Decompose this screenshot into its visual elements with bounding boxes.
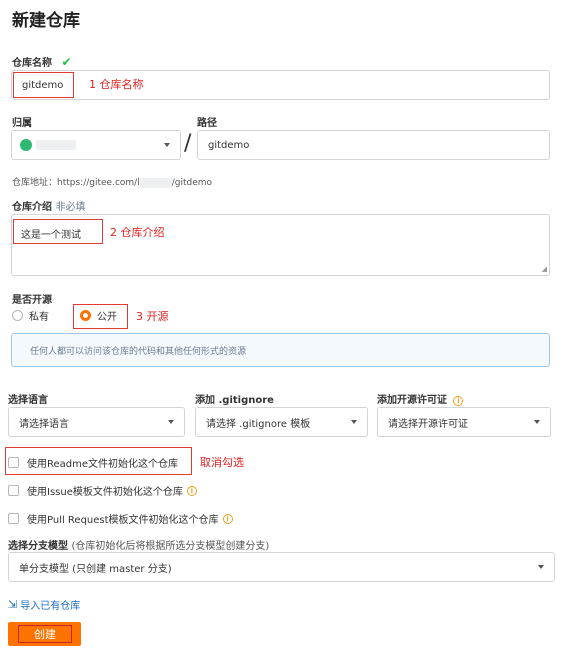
readme-checkbox[interactable] <box>8 457 19 468</box>
create-button-label: 创建 <box>18 625 72 643</box>
repo-name-annotation: 1 仓库名称 <box>89 78 144 91</box>
import-link-label: 导入已有仓库 <box>20 601 81 612</box>
visibility-label: 是否开源 <box>12 295 52 306</box>
visibility-highlight <box>73 304 128 329</box>
check-icon: ✔ <box>61 55 72 69</box>
chevron-down-icon <box>538 565 544 569</box>
branch-model-label: 选择分支模型 (仓库初始化后将根据所选分支模型创建分支) <box>8 537 269 552</box>
info-icon[interactable]: i <box>186 485 197 496</box>
chevron-down-icon <box>534 420 540 424</box>
gitignore-label: 添加 .gitignore <box>195 395 274 406</box>
description-label: 仓库介绍 非必填 <box>12 198 85 213</box>
import-link[interactable]: ⇲ 导入已有仓库 <box>8 597 80 612</box>
repo-name-highlight <box>13 72 74 98</box>
repo-address-prefix: 仓库地址：https://gitee.com/l <box>12 178 140 188</box>
radio-private-label: 私有 <box>29 312 49 323</box>
info-icon[interactable]: i <box>453 396 464 406</box>
license-label-text: 添加开源许可证 <box>377 395 447 406</box>
radio-private[interactable]: 私有 <box>12 308 49 323</box>
readme-label: 使用Readme文件初始化这个仓库 <box>27 459 179 470</box>
import-icon: ⇲ <box>8 598 18 611</box>
repo-name-label-text: 仓库名称 <box>12 58 52 69</box>
chevron-down-icon <box>351 420 357 424</box>
license-select[interactable]: 请选择开源许可证 <box>377 407 551 437</box>
page-title: 新建仓库 <box>12 11 80 31</box>
repo-address: 仓库地址：https://gitee.com/l/gitdemo <box>12 175 212 188</box>
license-label: 添加开源许可证 i <box>377 391 464 406</box>
gitignore-select[interactable]: 请选择 .gitignore 模板 <box>195 407 368 437</box>
avatar <box>20 139 32 151</box>
owner-label: 归属 <box>12 118 32 129</box>
description-highlight <box>13 219 103 244</box>
language-label: 选择语言 <box>8 395 48 406</box>
issue-label: 使用Issue模板文件初始化这个仓库 <box>27 487 183 498</box>
owner-name-blurred <box>36 140 76 150</box>
resize-handle-icon[interactable]: ◢ <box>542 265 547 273</box>
path-value: gitdemo <box>208 139 250 151</box>
owner-select[interactable] <box>11 130 181 160</box>
path-label: 路径 <box>197 118 217 129</box>
radio-private-indicator[interactable] <box>12 310 23 321</box>
readme-annotation: 取消勾选 <box>200 456 244 469</box>
branch-model-select[interactable]: 单分支模型 (只创建 master 分支) <box>8 552 555 582</box>
description-annotation: 2 仓库介绍 <box>110 226 165 239</box>
readme-checkbox-row[interactable]: 使用Readme文件初始化这个仓库 <box>8 455 178 470</box>
path-input[interactable]: gitdemo <box>197 130 550 160</box>
chevron-down-icon <box>164 143 170 147</box>
license-placeholder: 请选择开源许可证 <box>388 418 468 430</box>
gitignore-placeholder: 请选择 .gitignore 模板 <box>206 418 311 430</box>
issue-checkbox[interactable] <box>8 485 19 496</box>
repo-address-suffix: /gitdemo <box>171 178 213 188</box>
issue-checkbox-row[interactable]: 使用Issue模板文件初始化这个仓库 i <box>8 483 197 498</box>
repo-address-blur <box>139 177 172 188</box>
chevron-down-icon <box>168 420 174 424</box>
pr-checkbox-row[interactable]: 使用Pull Request模板文件初始化这个仓库 i <box>8 511 233 526</box>
branch-model-hint: (仓库初始化后将根据所选分支模型创建分支) <box>71 541 270 552</box>
branch-model-label-text: 选择分支模型 <box>8 541 68 552</box>
visibility-annotation: 3 开源 <box>136 310 169 323</box>
optional-hint: 非必填 <box>55 202 86 213</box>
description-label-text: 仓库介绍 <box>12 202 52 213</box>
pr-checkbox[interactable] <box>8 513 19 524</box>
repo-name-label: 仓库名称 ✔ <box>12 54 72 69</box>
language-placeholder: 请选择语言 <box>19 418 69 430</box>
branch-model-value: 单分支模型 (只创建 master 分支) <box>19 563 172 575</box>
language-select[interactable]: 请选择语言 <box>8 407 185 437</box>
path-separator: / <box>184 131 192 156</box>
visibility-notice-text: 任何人都可以访问该仓库的代码和其他任何形式的资源 <box>30 346 247 357</box>
create-button[interactable]: 创建 <box>8 622 81 646</box>
info-icon[interactable]: i <box>222 513 233 524</box>
pr-label: 使用Pull Request模板文件初始化这个仓库 <box>27 515 219 526</box>
visibility-notice: 任何人都可以访问该仓库的代码和其他任何形式的资源 <box>11 333 550 367</box>
